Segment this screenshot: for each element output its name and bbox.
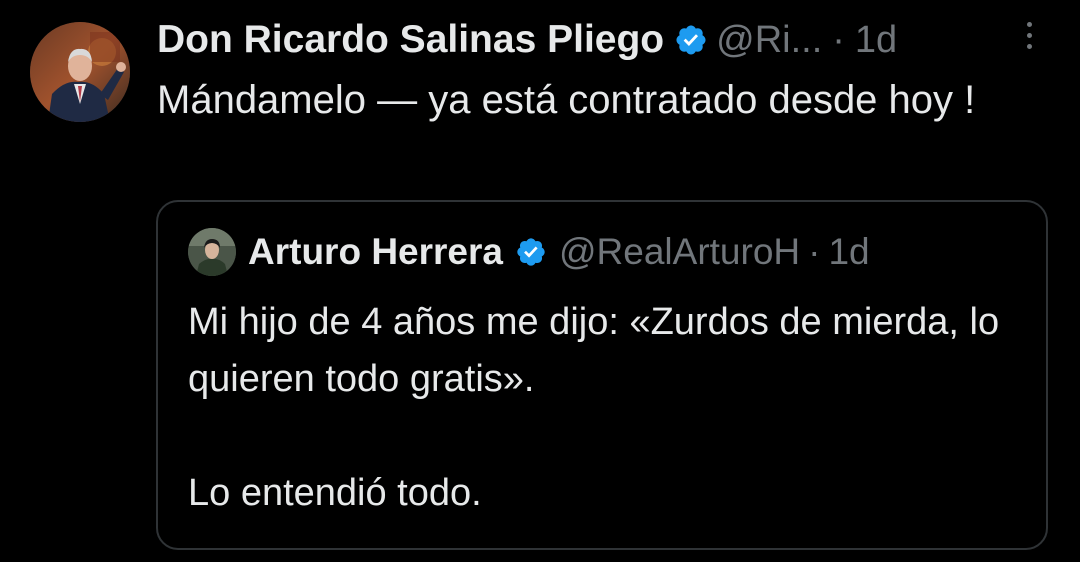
tweet-header: Don Ricardo Salinas Pliego @Ri... · 1d (157, 14, 897, 66)
quoted-tweet[interactable]: Arturo Herrera @RealArturoH · 1d Mi hijo… (156, 200, 1048, 550)
author-handle[interactable]: @Ri... (716, 19, 822, 62)
quoted-tweet-text: Mi hijo de 4 años me dijo: «Zurdos de mi… (188, 294, 1008, 522)
tweet-timestamp[interactable]: 1d (855, 19, 897, 62)
separator-dot: · (832, 18, 845, 61)
quoted-tweet-paragraph: Lo entendió todo. (188, 472, 482, 514)
author-avatar[interactable] (30, 22, 130, 122)
quoted-tweet-paragraph: Mi hijo de 4 años me dijo: «Zurdos de mi… (188, 301, 1000, 400)
quoted-author-avatar-image (188, 228, 236, 276)
quoted-author-name[interactable]: Arturo Herrera (248, 231, 503, 273)
author-avatar-image (30, 22, 130, 122)
quoted-author-handle[interactable]: @RealArturoH (559, 231, 800, 273)
quoted-tweet-timestamp[interactable]: 1d (828, 231, 869, 273)
verified-badge-icon (517, 238, 545, 266)
quoted-tweet-header: Arturo Herrera @RealArturoH · 1d (248, 226, 870, 278)
quoted-author-avatar[interactable] (188, 228, 236, 276)
tweet-text: Mándamelo — ya está contratado desde hoy… (157, 78, 976, 122)
verified-badge-icon (676, 25, 706, 55)
tweet[interactable]: Don Ricardo Salinas Pliego @Ri... · 1d M… (0, 0, 1080, 562)
author-name[interactable]: Don Ricardo Salinas Pliego (157, 18, 664, 62)
more-options-icon[interactable] (1024, 22, 1034, 56)
separator-dot: · (808, 231, 821, 272)
